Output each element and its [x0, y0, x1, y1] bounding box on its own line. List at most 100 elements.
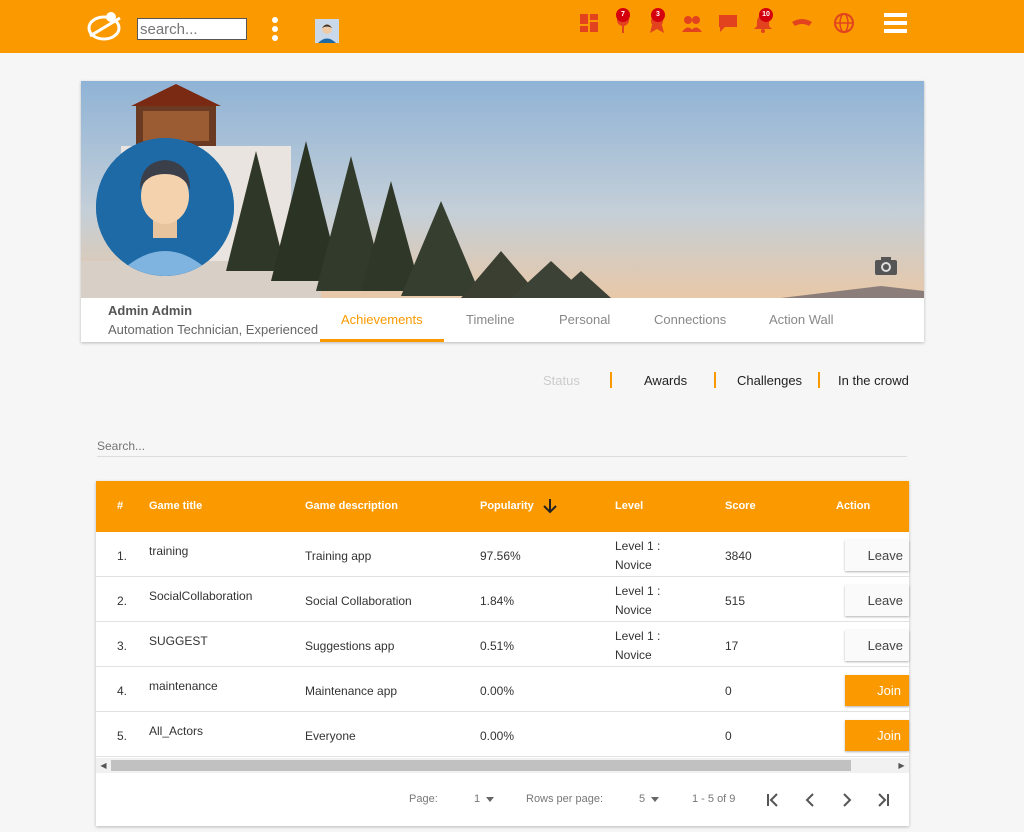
subtab-divider	[818, 372, 820, 388]
score: 515	[725, 594, 746, 608]
score: 3840	[725, 549, 752, 563]
tab-connections[interactable]: Connections	[654, 312, 726, 327]
profile-card: Admin Admin Automation Technician, Exper…	[81, 81, 924, 342]
chevron-down-icon	[651, 796, 660, 802]
previous-page-icon[interactable]	[800, 790, 820, 810]
more-vert-icon[interactable]	[270, 17, 280, 41]
leave-button[interactable]: Leave	[845, 540, 909, 571]
column-header-popularity[interactable]: Popularity	[480, 500, 534, 512]
table-row[interactable]: 2. SocialCollaboration Social Collaborat…	[96, 577, 909, 622]
row-number: 4.	[117, 684, 128, 698]
tab-action-wall[interactable]: Action Wall	[769, 312, 834, 327]
pagination-range: 1 - 5 of 9	[692, 793, 736, 805]
rows-per-page-label: Rows per page:	[526, 793, 604, 805]
scrollbar-thumb[interactable]	[111, 760, 851, 771]
column-header-level[interactable]: Level	[615, 500, 643, 512]
logo-icon[interactable]	[86, 10, 124, 42]
menu-icon[interactable]	[884, 13, 907, 33]
game-title: SUGGEST	[149, 634, 208, 648]
game-description: Training app	[305, 549, 372, 563]
dashboard-icon[interactable]	[578, 12, 600, 34]
level-name: Novice	[615, 603, 652, 617]
join-button[interactable]: Join	[845, 675, 909, 706]
row-number: 5.	[117, 729, 128, 743]
top-bar: 7 3 10	[0, 0, 1024, 53]
user-name: Admin Admin	[108, 303, 193, 318]
game-description: Social Collaboration	[305, 594, 412, 608]
table-header: # Game title Game description Popularity…	[96, 481, 909, 532]
chevron-down-icon	[486, 796, 495, 802]
table-row[interactable]: 4. maintenance Maintenance app 0.00% 0 J…	[96, 667, 909, 712]
game-title: training	[149, 544, 189, 558]
tab-personal[interactable]: Personal	[559, 312, 610, 327]
subtab-divider	[610, 372, 612, 388]
leave-button[interactable]: Leave	[845, 585, 909, 616]
scroll-right-icon[interactable]: ▶	[894, 758, 909, 773]
level-label: Level 1 :	[615, 539, 661, 553]
global-search-input[interactable]	[137, 18, 247, 40]
score: 0	[725, 729, 732, 743]
leave-button[interactable]: Leave	[845, 630, 909, 661]
horizontal-scrollbar[interactable]: ◀ ▶	[96, 758, 909, 773]
rows-per-page-select[interactable]: 5	[639, 793, 660, 805]
score: 17	[725, 639, 739, 653]
popularity: 97.56%	[480, 549, 521, 563]
join-button[interactable]: Join	[845, 720, 909, 751]
level-label: Level 1 :	[615, 629, 661, 643]
column-header-game-title[interactable]: Game title	[149, 500, 202, 512]
user-avatar-icon[interactable]	[315, 19, 339, 43]
tab-achievements[interactable]: Achievements	[341, 312, 423, 327]
row-number: 1.	[117, 549, 128, 563]
popularity: 1.84%	[480, 594, 515, 608]
scroll-left-icon[interactable]: ◀	[96, 758, 111, 773]
column-header-number: #	[117, 500, 124, 512]
row-number: 3.	[117, 639, 128, 653]
page-label: Page:	[409, 793, 438, 805]
table-row[interactable]: 1. training Training app 97.56% Level 1 …	[96, 532, 909, 577]
level-name: Novice	[615, 648, 652, 662]
score: 0	[725, 684, 732, 698]
chat-icon[interactable]	[717, 12, 739, 34]
popularity: 0.51%	[480, 639, 515, 653]
game-title: maintenance	[149, 679, 218, 693]
next-page-icon[interactable]	[837, 790, 857, 810]
tab-timeline[interactable]: Timeline	[466, 312, 515, 327]
table-row[interactable]: 3. SUGGEST Suggestions app 0.51% Level 1…	[96, 622, 909, 667]
column-header-action: Action	[836, 500, 871, 512]
level-label: Level 1 :	[615, 584, 661, 598]
globe-icon[interactable]	[833, 12, 855, 34]
camera-icon[interactable]	[874, 256, 898, 276]
game-title: All_Actors	[149, 724, 204, 738]
game-description: Suggestions app	[305, 639, 395, 653]
pin-badge: 7	[616, 8, 630, 22]
page-select-value: 1	[474, 793, 481, 805]
game-description: Maintenance app	[305, 684, 398, 698]
subtab-in-the-crowd[interactable]: In the crowd	[838, 373, 909, 388]
last-page-icon[interactable]	[873, 790, 893, 810]
award-badge: 3	[651, 8, 665, 22]
row-number: 2.	[117, 594, 128, 608]
popularity: 0.00%	[480, 729, 515, 743]
subtab-awards[interactable]: Awards	[644, 373, 687, 388]
table-row[interactable]: 5. All_Actors Everyone 0.00% 0 Join	[96, 712, 909, 757]
game-description: Everyone	[305, 729, 356, 743]
user-role: Automation Technician, Experienced	[108, 322, 319, 337]
rows-per-page-value: 5	[639, 793, 646, 805]
subtab-status[interactable]: Status	[543, 373, 580, 388]
people-icon[interactable]	[681, 12, 703, 34]
column-header-game-description[interactable]: Game description	[305, 500, 398, 512]
subtab-divider	[714, 372, 716, 388]
level-name: Novice	[615, 558, 652, 572]
sort-arrow-down-icon[interactable]	[543, 498, 557, 514]
page-select[interactable]: 1	[474, 793, 495, 805]
profile-avatar[interactable]	[96, 138, 234, 276]
table-search-input[interactable]	[97, 435, 907, 457]
subtab-challenges[interactable]: Challenges	[737, 373, 802, 388]
handshake-icon[interactable]	[791, 12, 813, 34]
notifications-badge: 10	[759, 8, 773, 22]
popularity: 0.00%	[480, 684, 515, 698]
first-page-icon[interactable]	[763, 790, 783, 810]
game-title: SocialCollaboration	[149, 589, 253, 603]
active-tab-indicator	[320, 339, 444, 342]
column-header-score[interactable]: Score	[725, 500, 756, 512]
